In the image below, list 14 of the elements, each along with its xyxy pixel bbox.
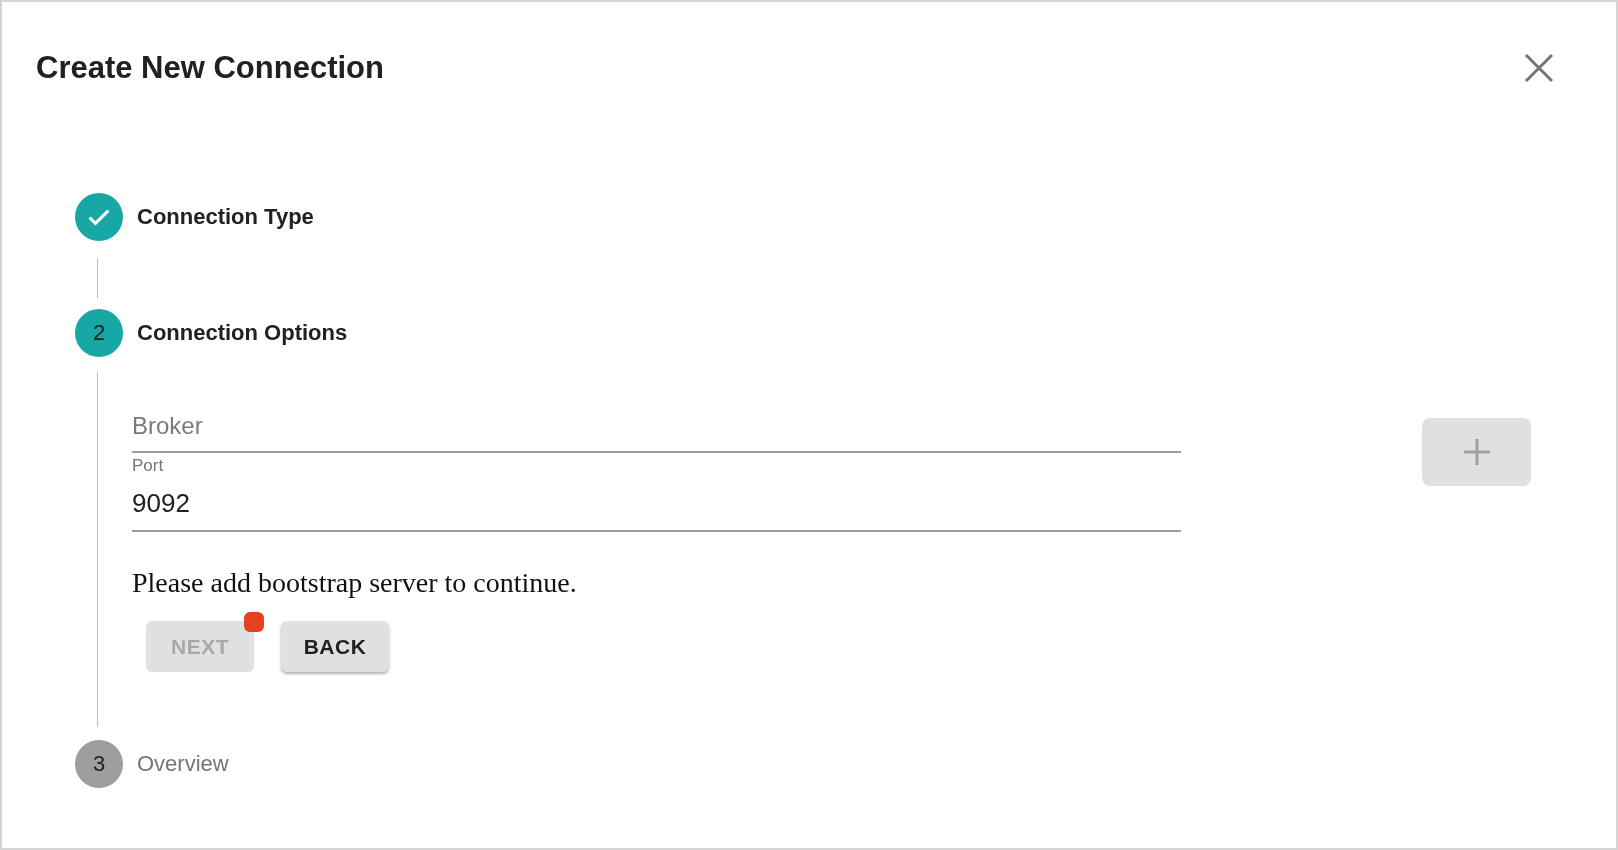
field-label: Port (132, 456, 165, 476)
hint-message: Please add bootstrap server to continue. (132, 568, 578, 598)
step-label: Overview (137, 751, 229, 777)
close-button[interactable] (1524, 53, 1554, 83)
step-indicator: 3 (75, 740, 123, 788)
plus-icon (1461, 437, 1492, 467)
step-indicator: 2 (75, 309, 123, 357)
port-field[interactable]: 9092 (132, 476, 1181, 532)
step-label: Connection Options (137, 320, 348, 346)
step-label: Connection Type (137, 204, 314, 230)
close-icon (1524, 53, 1554, 83)
broker-field[interactable]: Broker (132, 405, 1181, 453)
dialog-title: Create New Connection (36, 50, 384, 86)
step-button[interactable]: BACK (281, 621, 389, 672)
